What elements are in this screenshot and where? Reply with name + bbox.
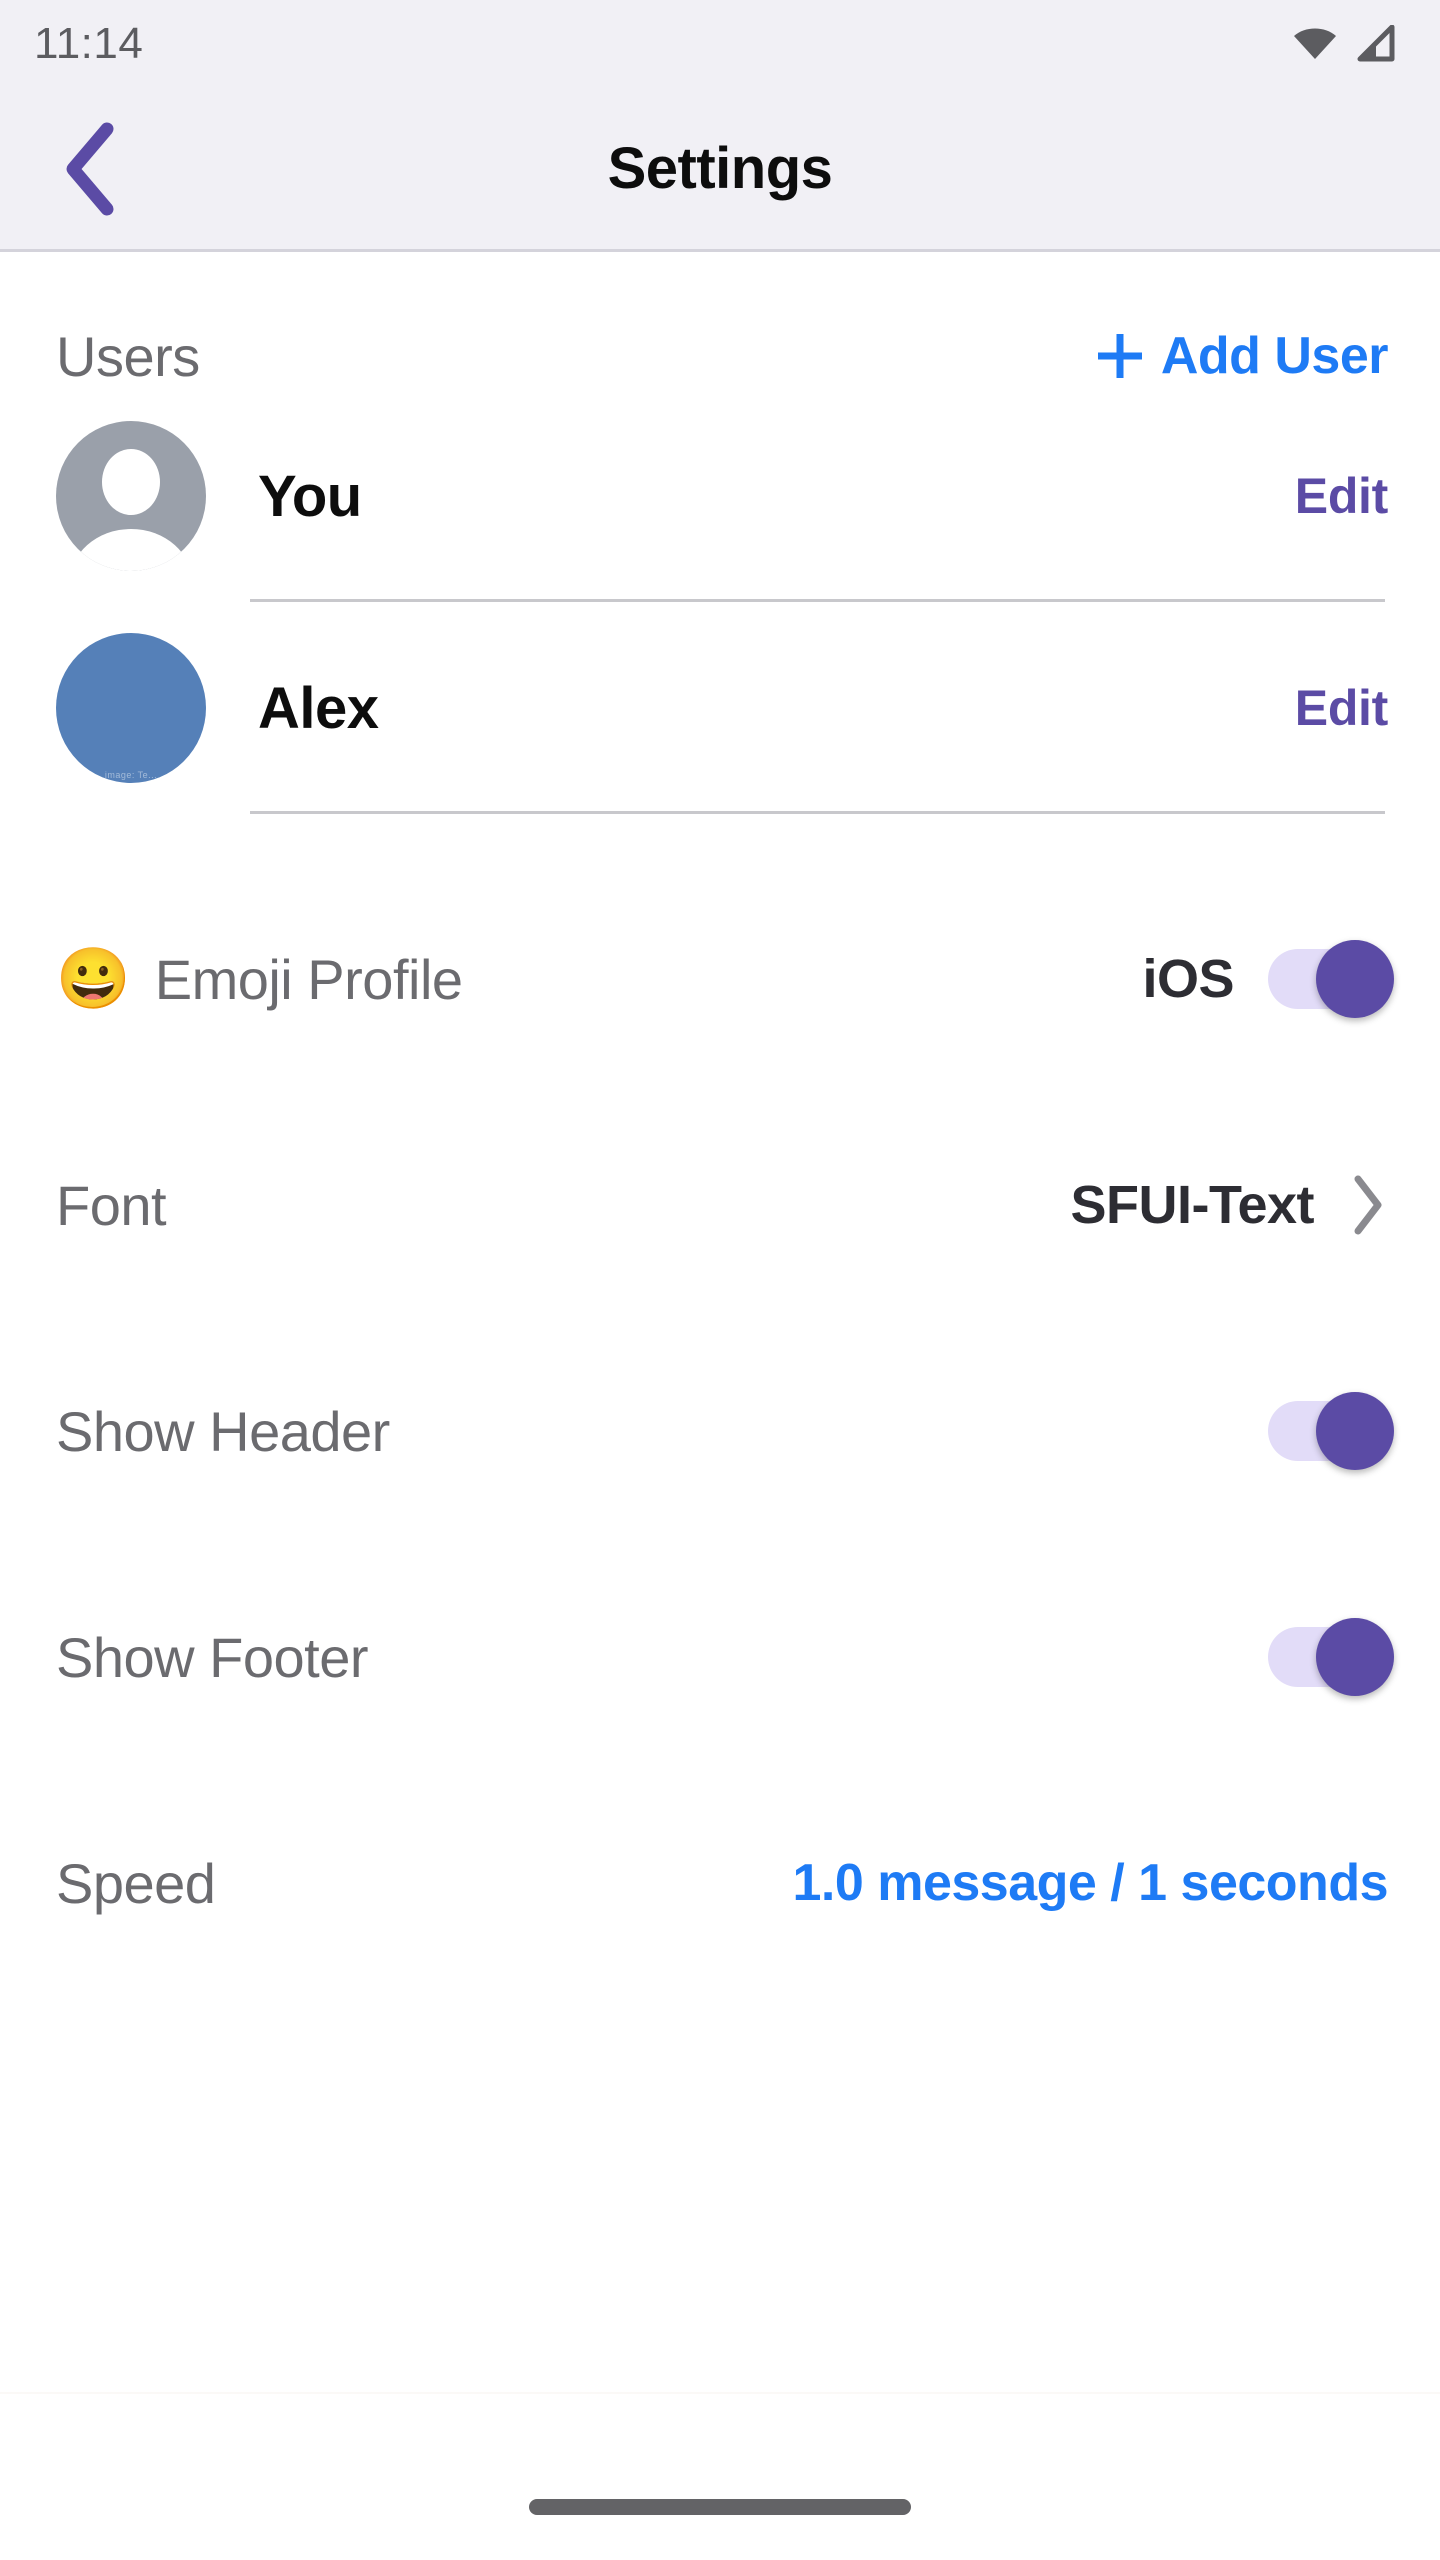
setting-row-show-footer[interactable]: Show Footer <box>0 1544 1440 1770</box>
setting-row-speed[interactable]: Speed 1.0 message / 1 seconds <box>0 1770 1440 1996</box>
setting-right-group: 1.0 message / 1 seconds <box>792 1853 1388 1913</box>
home-indicator[interactable] <box>529 2499 911 2515</box>
wifi-icon <box>1294 28 1336 59</box>
setting-label-show-footer: Show Footer <box>56 1625 369 1689</box>
setting-right-group: SFUI-Text <box>1070 1173 1388 1237</box>
plus-icon <box>1097 334 1142 378</box>
user-row-you[interactable]: You Edit <box>0 390 1440 602</box>
edit-user-button[interactable]: Edit <box>1295 467 1389 525</box>
app-bar: Settings <box>0 88 1440 252</box>
users-section-title: Users <box>56 324 200 388</box>
emoji-profile-value: iOS <box>1142 949 1234 1009</box>
setting-right-group <box>1268 1618 1394 1696</box>
status-bar: 11:14 <box>0 0 1440 88</box>
setting-row-font[interactable]: Font SFUI-Text <box>0 1092 1440 1318</box>
add-user-button[interactable]: Add User <box>1093 326 1389 386</box>
font-value: SFUI-Text <box>1070 1175 1314 1235</box>
avatar-watermark: image: Te... <box>104 770 158 780</box>
setting-right-group <box>1268 1392 1394 1470</box>
settings-content: Users Add User You Edit image: Te... Ale… <box>0 252 1440 2392</box>
users-section-header: Users Add User <box>0 262 1440 390</box>
toggle-knob <box>1316 940 1394 1018</box>
setting-label-emoji-profile: Emoji Profile <box>154 947 463 1011</box>
user-name: Alex <box>258 675 379 741</box>
page-title: Settings <box>607 136 833 201</box>
setting-left-group: Font <box>56 1173 167 1238</box>
chevron-right-icon <box>1354 1175 1382 1235</box>
avatar-generic-person <box>56 421 206 571</box>
status-icons <box>1292 25 1396 63</box>
setting-label-show-header: Show Header <box>56 1399 390 1463</box>
setting-left-group: 😀 Emoji Profile <box>56 947 463 1012</box>
chevron-left-icon <box>66 122 114 215</box>
avatar-solid-color: image: Te... <box>56 633 206 783</box>
setting-label-font: Font <box>56 1173 167 1237</box>
status-time: 11:14 <box>34 19 144 68</box>
cellular-signal-icon <box>1357 25 1395 62</box>
toggle-knob <box>1316 1392 1394 1470</box>
setting-row-emoji-profile[interactable]: 😀 Emoji Profile iOS <box>0 866 1440 1092</box>
show-header-toggle[interactable] <box>1268 1392 1394 1470</box>
settings-screen: 11:14 Settings Users Add User You Edit i… <box>0 0 1440 2560</box>
row-divider <box>250 811 1385 814</box>
avatar-shoulders <box>69 529 193 571</box>
show-footer-toggle[interactable] <box>1268 1618 1394 1696</box>
user-row-alex[interactable]: image: Te... Alex Edit <box>0 602 1440 814</box>
emoji-profile-toggle[interactable] <box>1268 940 1394 1018</box>
bottom-nav-area <box>0 2392 1440 2560</box>
toggle-knob <box>1316 1618 1394 1696</box>
back-button[interactable] <box>36 114 146 224</box>
setting-left-group: Show Footer <box>56 1625 369 1690</box>
speed-value[interactable]: 1.0 message / 1 seconds <box>792 1853 1388 1913</box>
grinning-face-emoji-icon: 😀 <box>56 945 131 1012</box>
edit-user-button[interactable]: Edit <box>1295 679 1389 737</box>
avatar-head <box>102 449 160 515</box>
setting-left-group: Show Header <box>56 1399 390 1464</box>
setting-right-group: iOS <box>1142 940 1394 1018</box>
add-user-label: Add User <box>1160 327 1389 385</box>
setting-label-speed: Speed <box>56 1851 216 1915</box>
setting-left-group: Speed <box>56 1851 216 1916</box>
user-name: You <box>258 463 362 529</box>
setting-row-show-header[interactable]: Show Header <box>0 1318 1440 1544</box>
